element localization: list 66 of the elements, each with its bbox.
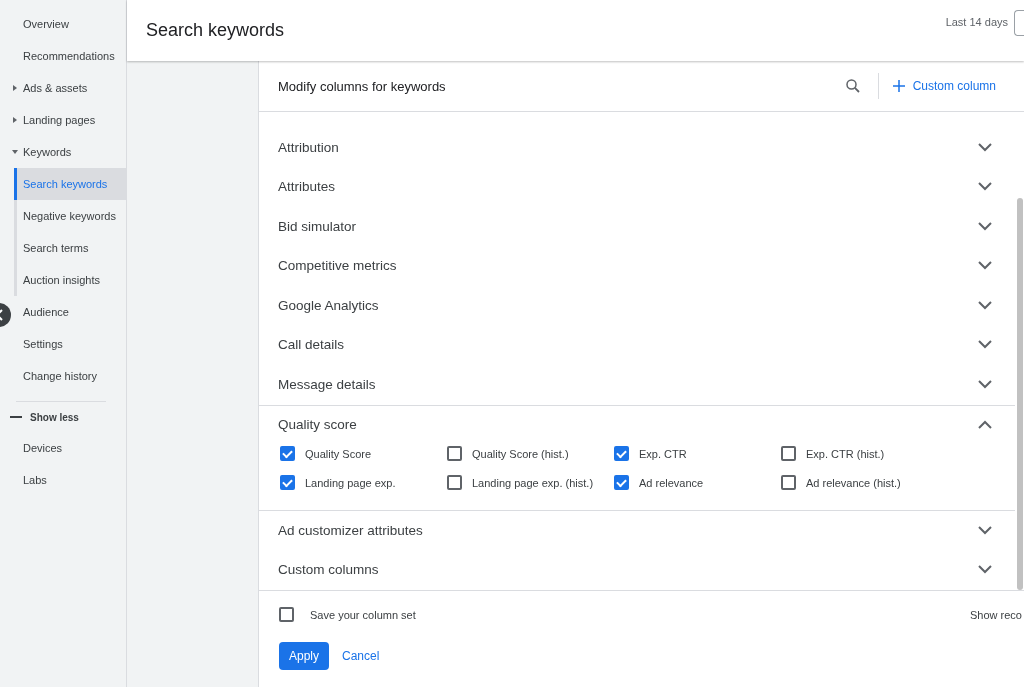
checkbox-label: Landing page exp. xyxy=(305,476,396,489)
checkbox[interactable] xyxy=(614,475,629,490)
caret-down-icon[interactable] xyxy=(12,149,18,155)
nav-item[interactable]: Settings xyxy=(23,338,63,350)
section-header[interactable]: Attribution xyxy=(278,139,339,155)
panel-title: Modify columns for keywords xyxy=(278,78,447,94)
nav-item[interactable]: Devices xyxy=(23,442,63,454)
plus-icon[interactable] xyxy=(892,80,905,92)
section-header[interactable]: Attributes xyxy=(278,179,336,195)
scrollbar[interactable] xyxy=(1017,198,1023,590)
chevron-down-icon[interactable] xyxy=(978,261,992,271)
section-header[interactable]: Bid simulator xyxy=(278,218,357,234)
nav-item[interactable]: Recommendations xyxy=(23,50,115,62)
checkbox-label: Save your column set xyxy=(310,608,416,621)
chevron-down-icon[interactable] xyxy=(978,379,992,389)
checkbox[interactable] xyxy=(280,475,295,490)
checkbox[interactable] xyxy=(280,446,295,461)
chevron-down-icon[interactable] xyxy=(978,182,992,192)
checkbox-label: Quality Score xyxy=(305,447,372,460)
cancel-button[interactable]: Cancel xyxy=(342,649,380,663)
nav-item[interactable]: Search terms xyxy=(17,232,126,264)
checkbox-label: Landing page exp. (hist.) xyxy=(472,476,594,489)
section-header[interactable]: Call details xyxy=(278,337,345,353)
chevron-down-icon[interactable] xyxy=(978,525,992,535)
apply-button[interactable]: Apply xyxy=(279,642,330,670)
date-range[interactable]: Last 14 days xyxy=(945,16,1008,28)
section-header[interactable]: Ad customizer attributes xyxy=(278,522,423,538)
date-picker-edge[interactable] xyxy=(1014,10,1024,36)
checkbox-label: Quality Score (hist.) xyxy=(472,447,569,460)
nav-item[interactable]: Labs xyxy=(23,474,47,486)
section-header[interactable]: Message details xyxy=(278,376,376,392)
caret-right-icon[interactable] xyxy=(12,117,18,123)
section-header[interactable]: Quality score xyxy=(278,417,357,433)
chevron-down-icon[interactable] xyxy=(978,300,992,310)
nav-item[interactable]: Overview xyxy=(23,18,69,30)
show-recommended-link[interactable]: Show reco xyxy=(970,608,1022,621)
search-icon[interactable] xyxy=(843,77,862,95)
checkbox-label: Ad relevance xyxy=(639,476,704,489)
section-header[interactable]: Google Analytics xyxy=(278,297,379,313)
nav-item[interactable]: Change history xyxy=(23,370,97,382)
page-title: Search keywords xyxy=(146,20,286,41)
checkbox-label: Exp. CTR xyxy=(639,447,687,460)
chevron-down-icon[interactable] xyxy=(978,221,992,231)
nav-item[interactable]: Audience xyxy=(23,306,69,318)
chevron-up-icon[interactable] xyxy=(978,420,992,430)
chevron-down-icon[interactable] xyxy=(978,565,992,575)
checkbox[interactable] xyxy=(447,475,462,490)
caret-right-icon[interactable] xyxy=(12,85,18,91)
checkbox-label: Exp. CTR (hist.) xyxy=(806,447,885,460)
nav-item[interactable]: Negative keywords xyxy=(17,200,126,232)
chevron-down-icon[interactable] xyxy=(978,340,992,350)
section-header[interactable]: Competitive metrics xyxy=(278,258,397,274)
checkbox[interactable] xyxy=(781,475,796,490)
nav-item[interactable]: Landing pages xyxy=(23,114,96,126)
checkbox[interactable] xyxy=(614,446,629,461)
chevron-down-icon[interactable] xyxy=(978,142,992,152)
checkbox[interactable] xyxy=(279,607,294,622)
section-header[interactable]: Custom columns xyxy=(278,562,379,578)
checkbox-label: Ad relevance (hist.) xyxy=(806,476,901,489)
checkbox[interactable] xyxy=(447,446,462,461)
show-less-toggle[interactable]: Show less xyxy=(30,411,79,423)
nav-item[interactable]: Keywords xyxy=(23,146,72,158)
custom-column-button[interactable]: Custom column xyxy=(892,79,996,93)
nav-item[interactable]: Auction insights xyxy=(17,264,126,296)
checkbox[interactable] xyxy=(781,446,796,461)
nav-item[interactable]: Ads & assets xyxy=(23,82,88,94)
